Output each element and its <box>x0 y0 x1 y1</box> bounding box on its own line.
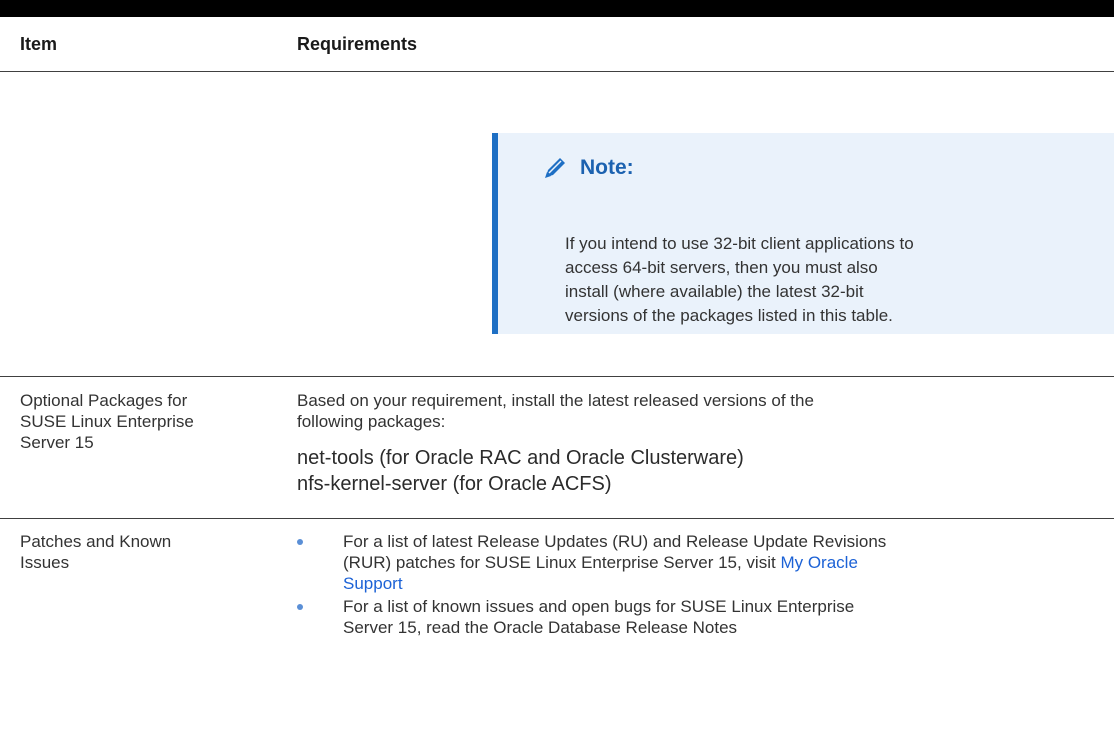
requirement-line: Based on your requirement, install the l… <box>297 391 814 410</box>
item-line: Server 15 <box>20 433 94 452</box>
package-item: net-tools (for Oracle RAC and Oracle Clu… <box>297 447 744 469</box>
item-line: Issues <box>20 553 70 572</box>
row-item-patches: Patches and Known Issues <box>20 531 260 573</box>
note-title: Note: <box>580 156 634 179</box>
row-divider <box>0 376 1114 377</box>
note-line: versions of the packages listed in this … <box>565 306 893 325</box>
column-header-requirements: Requirements <box>297 34 418 54</box>
top-border-bar <box>0 0 1114 17</box>
note-box: Note: If you intend to use 32-bit client… <box>492 133 1114 334</box>
row-item-optional-packages: Optional Packages for SUSE Linux Enterpr… <box>20 390 260 453</box>
bullet-line: (RUR) patches for SUSE Linux Enterprise … <box>343 552 1097 573</box>
bullet-line: For a list of known issues and open bugs… <box>343 597 855 616</box>
bullet-icon <box>297 539 303 545</box>
requirement-line: following packages: <box>297 412 446 431</box>
my-oracle-support-link[interactable]: My Oracle <box>780 553 857 572</box>
note-heading: Note: <box>540 153 634 183</box>
note-line: install (where available) the latest 32-… <box>565 282 864 301</box>
bullet-line: Server 15, read the Oracle Database Rele… <box>343 618 738 637</box>
row-requirement-optional-packages: Based on your requirement, install the l… <box>297 390 1017 432</box>
note-line: access 64-bit servers, then you must als… <box>565 258 878 277</box>
patches-bullet-list: For a list of latest Release Updates (RU… <box>297 531 1097 640</box>
column-header-item: Item <box>20 34 58 54</box>
bullet-item: For a list of known issues and open bugs… <box>297 596 1097 638</box>
item-line: SUSE Linux Enterprise <box>20 412 194 431</box>
header-divider <box>0 71 1114 72</box>
item-line: Patches and Known <box>20 532 172 551</box>
bullet-item: For a list of latest Release Updates (RU… <box>297 531 1097 594</box>
bullet-line: Support <box>343 573 1097 594</box>
my-oracle-support-link-cont[interactable]: Support <box>343 574 403 593</box>
bullet-line-text: (RUR) patches for SUSE Linux Enterprise … <box>343 553 781 572</box>
package-item: nfs-kernel-server (for Oracle ACFS) <box>297 473 612 495</box>
item-line: Optional Packages for <box>20 391 188 410</box>
package-list: net-tools (for Oracle RAC and Oracle Clu… <box>297 445 744 497</box>
note-body: If you intend to use 32-bit client appli… <box>565 232 1090 328</box>
pencil-icon <box>540 153 570 183</box>
note-line: If you intend to use 32-bit client appli… <box>565 234 914 253</box>
bullet-icon <box>297 604 303 610</box>
row-divider <box>0 518 1114 519</box>
bullet-line: For a list of latest Release Updates (RU… <box>343 532 887 551</box>
